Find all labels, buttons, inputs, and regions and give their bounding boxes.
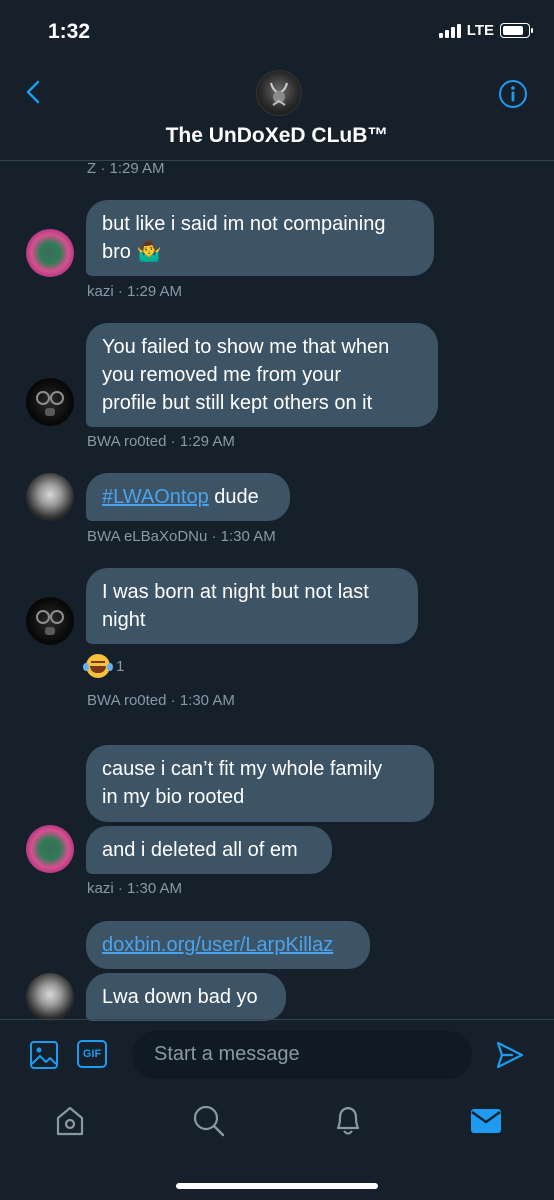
shrug-emoji: 🤷‍♂️ [136,241,162,263]
image-icon[interactable] [29,1040,59,1070]
message-meta: BWA ro0ted · 1:30 AM [87,692,235,709]
url-link[interactable]: doxbin.org/user/LarpKillaz [102,934,333,956]
network-label: LTE [466,22,494,39]
avatar-bwa-elbaxodnu[interactable] [26,473,74,521]
bottom-nav [0,1088,554,1158]
laughing-emoji-icon [83,654,113,678]
message-bubble[interactable]: doxbin.org/user/LarpKillaz [86,921,370,969]
gif-icon[interactable]: GIF [77,1040,107,1068]
battery-icon [500,23,533,38]
message-bubble[interactable]: cause i can’t fit my whole family in my … [86,745,434,822]
conversation-title: The UnDoXeD CLuB™ [165,124,389,147]
message-bubble[interactable]: and i deleted all of em [86,826,332,874]
message-bubble[interactable]: Lwa down bad yo [86,973,286,1021]
send-icon[interactable] [494,1039,526,1071]
avatar-kazi[interactable] [26,229,74,277]
composer-divider [0,1019,554,1020]
message-bubble[interactable]: but like i said im not compaining bro 🤷‍… [86,200,434,276]
message-meta: kazi · 1:30 AM [87,880,183,897]
message-meta: kazi · 1:29 AM [87,283,183,300]
avatar-kazi[interactable] [26,825,74,873]
message-bubble[interactable]: #LWAOntop dude [86,473,290,521]
group-avatar[interactable] [256,70,302,116]
hashtag-link[interactable]: #LWAOntop [102,486,209,508]
home-indicator [176,1183,378,1189]
messages-icon[interactable] [470,1108,502,1134]
message-bubble[interactable]: I was born at night but not last night [86,568,418,644]
status-time: 1:32 [48,20,91,43]
back-chevron-icon[interactable] [18,76,50,108]
avatar-bwa-rooted[interactable] [26,597,74,645]
message-input-placeholder: Start a message [154,1043,300,1065]
avatar-bwa-elbaxodnu[interactable] [26,973,74,1021]
message-meta: Z · 1:29 AM [87,160,165,177]
message-meta: BWA ro0ted · 1:29 AM [87,433,235,450]
home-icon[interactable] [54,1104,86,1138]
avatar-bwa-rooted[interactable] [26,378,74,426]
reaction-count: 1 [116,657,125,675]
info-icon[interactable] [498,79,528,109]
message-bubble[interactable]: You failed to show me that when you remo… [86,323,438,427]
status-icons: LTE [438,22,533,39]
reaction[interactable]: 1 [83,654,125,678]
notifications-icon[interactable] [332,1102,364,1138]
header-divider [0,160,554,161]
message-meta: BWA eLBaXoDNu · 1:30 AM [87,528,276,545]
message-input[interactable]: Start a message [132,1031,472,1079]
search-icon[interactable] [192,1104,226,1138]
signal-icon [438,23,461,38]
